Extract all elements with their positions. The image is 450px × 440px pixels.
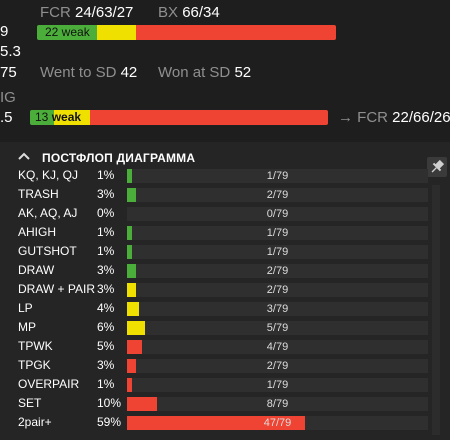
row-count: 1/79 (266, 379, 289, 391)
row-percent: 3% (97, 282, 115, 296)
row-label: TPGK (18, 358, 51, 372)
row5-value: .5 (0, 109, 13, 126)
fcr2-stat: → FCR 22/66/26 (338, 109, 450, 126)
row-label: AK, AQ, AJ (18, 206, 78, 220)
pin-button[interactable] (427, 157, 447, 177)
arrow-icon: → (338, 109, 353, 126)
row-count: 2/79 (266, 189, 289, 201)
row-percent: 6% (97, 320, 115, 334)
row-count: 2/79 (266, 360, 289, 372)
row-percent: 0% (97, 206, 115, 220)
bar-2-label: 13 weak (35, 110, 81, 125)
scrollbar[interactable] (432, 185, 440, 435)
row-label: 2pair+ (18, 415, 52, 429)
went-to-sd-stat: Went to SD 42 (40, 64, 137, 81)
row-count: 4/79 (266, 341, 289, 353)
row-bar-track: 3/79 (127, 302, 428, 316)
row-label: TRASH (18, 187, 59, 201)
chevron-up-icon[interactable] (17, 150, 31, 162)
fcr2-value: 22/66/26 (392, 109, 450, 126)
pin-icon (431, 159, 445, 173)
row-bar-track: 1/79 (127, 169, 428, 183)
strength-bar-1: 22 weak (37, 25, 336, 40)
row-bar-track: 5/79 (127, 321, 428, 335)
row-count: 5/79 (266, 322, 289, 334)
won-at-sd-stat: Won at SD 52 (158, 64, 251, 81)
bx-value: 66/34 (182, 4, 220, 21)
row-count: 3/79 (266, 303, 289, 315)
row-label: MP (18, 320, 36, 334)
row-percent: 59% (97, 415, 122, 429)
row3-value: 75 (0, 64, 17, 81)
row-bar-track: 47/79 (127, 416, 428, 430)
bar-red-segment (136, 25, 336, 40)
row-label: DRAW + PAIR (18, 282, 96, 296)
fcr2-label: FCR (357, 109, 388, 126)
row-percent: 1% (97, 168, 115, 182)
went-to-sd-label: Went to SD (40, 64, 117, 81)
row-label: DRAW (18, 263, 55, 277)
row-percent: 5% (97, 339, 115, 353)
row-label: SET (18, 396, 42, 410)
bx-label: BX (158, 4, 179, 21)
row-label: OVERPAIR (18, 377, 80, 391)
row-count: 1/79 (266, 227, 289, 239)
row-bar-track: 0/79 (127, 207, 428, 221)
bar-red-segment (90, 110, 328, 125)
row-bar-track: 2/79 (127, 264, 428, 278)
row1-value: 9 (0, 23, 9, 40)
row-count: 1/79 (266, 170, 289, 182)
row-percent: 3% (97, 187, 115, 201)
row-bar-track: 2/79 (127, 188, 428, 202)
row-bar-track: 2/79 (127, 359, 428, 373)
went-to-sd-value: 42 (120, 64, 138, 81)
row-percent: 4% (97, 301, 115, 315)
panel-title: ПОСТФЛОП ДИАГРАММА (42, 151, 196, 165)
row2-value: 5.3 (0, 43, 21, 60)
row-label: GUTSHOT (18, 244, 77, 258)
bx-stat: BX 66/34 (158, 4, 220, 21)
row-percent: 1% (97, 244, 115, 258)
bar-2-label-word: weak (51, 110, 82, 124)
bar-2-label-num: 13 (35, 110, 49, 124)
row-count: 1/79 (266, 246, 289, 258)
row-count: 8/79 (266, 398, 289, 410)
row-count: 0/79 (266, 208, 289, 220)
row-bar-track: 1/79 (127, 378, 428, 392)
fcr-stat: FCR 24/63/27 (40, 4, 133, 21)
row-percent: 3% (97, 263, 115, 277)
row-percent: 10% (97, 396, 122, 410)
fcr-value: 24/63/27 (75, 4, 134, 21)
strength-bar-2: 13 weak (30, 110, 328, 125)
row-bar-track: 2/79 (127, 283, 428, 297)
row-bar-track: 4/79 (127, 340, 428, 354)
row4-value: IG (0, 89, 16, 106)
row-bar-track: 8/79 (127, 397, 428, 411)
bar-yellow-segment (97, 25, 136, 40)
row-count: 2/79 (266, 265, 289, 277)
row-percent: 3% (97, 358, 115, 372)
row-bar-track: 1/79 (127, 226, 428, 240)
row-label: KQ, KJ, QJ (18, 168, 79, 182)
row-label: TPWK (18, 339, 53, 353)
fcr-label: FCR (40, 4, 71, 21)
won-at-sd-value: 52 (234, 64, 252, 81)
row-percent: 1% (97, 377, 115, 391)
row-label: LP (18, 301, 33, 315)
bar-1-label: 22 weak (45, 25, 90, 39)
row-label: AHIGH (18, 225, 57, 239)
won-at-sd-label: Won at SD (158, 64, 231, 81)
row-count: 47/79 (263, 417, 292, 429)
row-count: 2/79 (266, 284, 289, 296)
row-percent: 1% (97, 225, 115, 239)
row-bar-track: 1/79 (127, 245, 428, 259)
